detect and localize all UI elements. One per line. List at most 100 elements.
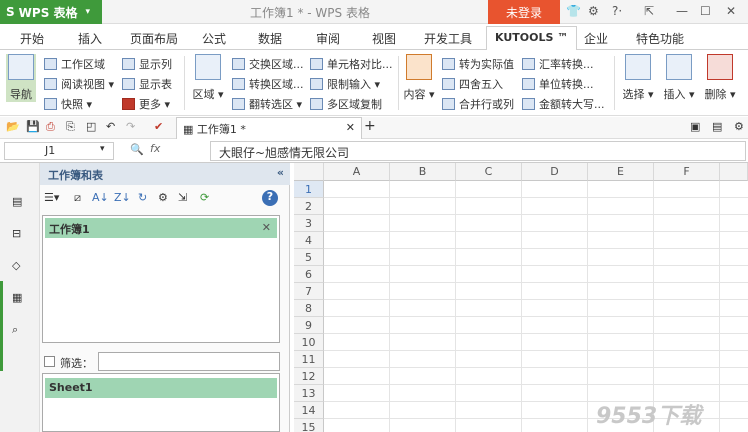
help-icon[interactable]: ? — [262, 190, 278, 206]
tab-formulas[interactable]: 公式 — [202, 30, 226, 47]
snapshot-button[interactable]: 快照 ▾ — [44, 96, 92, 112]
find-icon[interactable]: ⌕ — [12, 323, 18, 337]
row-header[interactable]: 15 — [294, 419, 324, 432]
nav-button[interactable]: 导航 — [6, 54, 36, 102]
new-tab-icon[interactable]: + — [364, 118, 376, 134]
undo-icon[interactable]: ↶ — [106, 120, 115, 133]
unit-convert-button[interactable]: 单位转换... — [522, 76, 594, 92]
reading-view-button[interactable]: 阅读视图 ▾ — [44, 76, 114, 92]
collapse-icon[interactable]: « — [277, 166, 284, 179]
row-header[interactable]: 9 — [294, 317, 324, 334]
flip-selection-button[interactable]: 翻转选区 ▾ — [232, 96, 302, 112]
insert-button[interactable]: 插入 ▾ — [660, 54, 698, 102]
spreadsheet-grid[interactable]: A B C D E F 1 2 3 4 5 6 7 8 9 10 11 12 1… — [294, 163, 748, 432]
tab-special[interactable]: 特色功能 — [636, 30, 684, 47]
app-menu-button[interactable]: S WPS 表格 ▾ — [0, 0, 102, 24]
export-icon[interactable]: ⇲ — [178, 191, 187, 204]
row-header[interactable]: 1 — [294, 181, 324, 198]
more-button[interactable]: 更多 ▾ — [122, 96, 170, 112]
row-header[interactable]: 10 — [294, 334, 324, 351]
list-item[interactable]: 工作簿1 ✕ — [45, 218, 277, 238]
round-button[interactable]: 四舍五入 — [442, 76, 503, 92]
tab-enterprise[interactable]: 企业 — [584, 30, 608, 47]
list-item[interactable]: Sheet1 — [45, 378, 277, 398]
tab-data[interactable]: 数据 — [258, 30, 282, 47]
redo-icon[interactable]: ↷ — [126, 120, 135, 133]
merge-rows-cols-button[interactable]: 合并行或列 — [442, 96, 514, 112]
row-header[interactable]: 8 — [294, 300, 324, 317]
maximize-icon[interactable]: ☐ — [700, 4, 711, 18]
work-area-button[interactable]: 工作区域 — [44, 56, 105, 72]
amount-uppercase-button[interactable]: 金额转大写... — [522, 96, 605, 112]
save-icon[interactable]: 💾 — [26, 120, 40, 133]
settings-small-icon[interactable]: ⚙ — [734, 120, 744, 133]
pdf-icon[interactable]: ⎙ — [46, 120, 55, 134]
sync-icon[interactable]: ⟳ — [200, 191, 209, 204]
column-header[interactable]: B — [390, 163, 456, 181]
column-header[interactable] — [720, 163, 748, 181]
row-header[interactable]: 13 — [294, 385, 324, 402]
zoom-icon[interactable]: 🔍 — [130, 143, 144, 156]
open-icon[interactable]: 📂 — [6, 120, 20, 133]
currency-convert-button[interactable]: 汇率转换... — [522, 56, 594, 72]
settings-panel-icon[interactable]: ⚙ — [158, 191, 168, 204]
restrict-input-button[interactable]: 限制输入 ▾ — [310, 76, 380, 92]
row-header[interactable]: 6 — [294, 266, 324, 283]
edit-icon[interactable]: ⧄ — [74, 191, 81, 205]
close-icon[interactable]: ✕ — [726, 4, 736, 18]
content-button[interactable]: 内容 ▾ — [402, 54, 436, 102]
column-header[interactable]: F — [654, 163, 720, 181]
filter-checkbox[interactable] — [44, 356, 55, 367]
tab-developer[interactable]: 开发工具 — [424, 30, 472, 47]
help-icon[interactable]: ?· — [612, 4, 622, 18]
skin-icon[interactable]: 👕 — [566, 4, 581, 18]
list-icon[interactable]: ☰▾ — [44, 191, 59, 204]
table-icon[interactable]: ▦ — [12, 291, 22, 304]
column-header[interactable]: C — [456, 163, 522, 181]
row-header[interactable]: 5 — [294, 249, 324, 266]
sort-desc-icon[interactable]: Z↓ — [114, 191, 131, 204]
close-icon[interactable]: ✕ — [262, 221, 271, 234]
transform-range-button[interactable]: 转换区域... — [232, 76, 304, 92]
column-header[interactable]: D — [522, 163, 588, 181]
formula-input[interactable]: 大眼仔~旭感情无限公司 — [210, 141, 746, 161]
chevron-down-icon[interactable]: ▾ — [100, 144, 105, 154]
fx-button[interactable]: fx — [150, 142, 160, 155]
refresh-icon[interactable]: ↻ — [138, 191, 147, 204]
row-header[interactable]: 2 — [294, 198, 324, 215]
row-header[interactable]: 3 — [294, 215, 324, 232]
column-header[interactable]: A — [324, 163, 390, 181]
eraser-icon[interactable]: ◇ — [12, 259, 20, 272]
show-sheets-button[interactable]: 显示表 — [122, 76, 172, 92]
tab-kutools[interactable]: KUTOOLS ™ — [486, 26, 578, 51]
comment-icon[interactable]: ▤ — [712, 120, 722, 133]
select-all-corner[interactable] — [294, 163, 324, 181]
to-actual-value-button[interactable]: 转为实际值 — [442, 56, 514, 72]
column-header[interactable]: E — [588, 163, 654, 181]
show-columns-button[interactable]: 显示列 — [122, 56, 172, 72]
workbook-icon[interactable]: ▤ — [12, 195, 22, 208]
row-header[interactable]: 7 — [294, 283, 324, 300]
print-icon[interactable]: ⎘ — [66, 120, 75, 134]
tab-review[interactable]: 审阅 — [316, 30, 340, 47]
customize-icon[interactable]: ✔ — [154, 120, 163, 133]
row-header[interactable]: 4 — [294, 232, 324, 249]
bookmark-side-icon[interactable]: ⊟ — [12, 227, 21, 240]
cell-compare-button[interactable]: 单元格对比... — [310, 56, 393, 72]
tab-page-layout[interactable]: 页面布局 — [130, 30, 178, 47]
row-header[interactable]: 12 — [294, 368, 324, 385]
minimize-icon[interactable]: — — [676, 4, 688, 18]
multi-area-copy-button[interactable]: 多区域复制 — [310, 96, 382, 112]
close-tab-icon[interactable]: ✕ — [346, 121, 355, 134]
sort-asc-icon[interactable]: A↓ — [92, 191, 109, 204]
login-button[interactable]: 未登录 — [488, 0, 560, 24]
tab-view[interactable]: 视图 — [372, 30, 396, 47]
name-box[interactable]: J1 — [4, 142, 114, 160]
settings-icon[interactable]: ⚙ — [588, 4, 599, 18]
bookmark-icon[interactable]: ▣ — [690, 120, 700, 133]
select-button[interactable]: 选择 ▾ — [618, 54, 658, 102]
restore-icon[interactable]: ⇱ — [644, 4, 654, 18]
tab-home[interactable]: 开始 — [20, 30, 44, 47]
document-tab[interactable]: ▦ 工作簿1 * ✕ — [176, 117, 362, 139]
tab-insert[interactable]: 插入 — [78, 30, 102, 47]
